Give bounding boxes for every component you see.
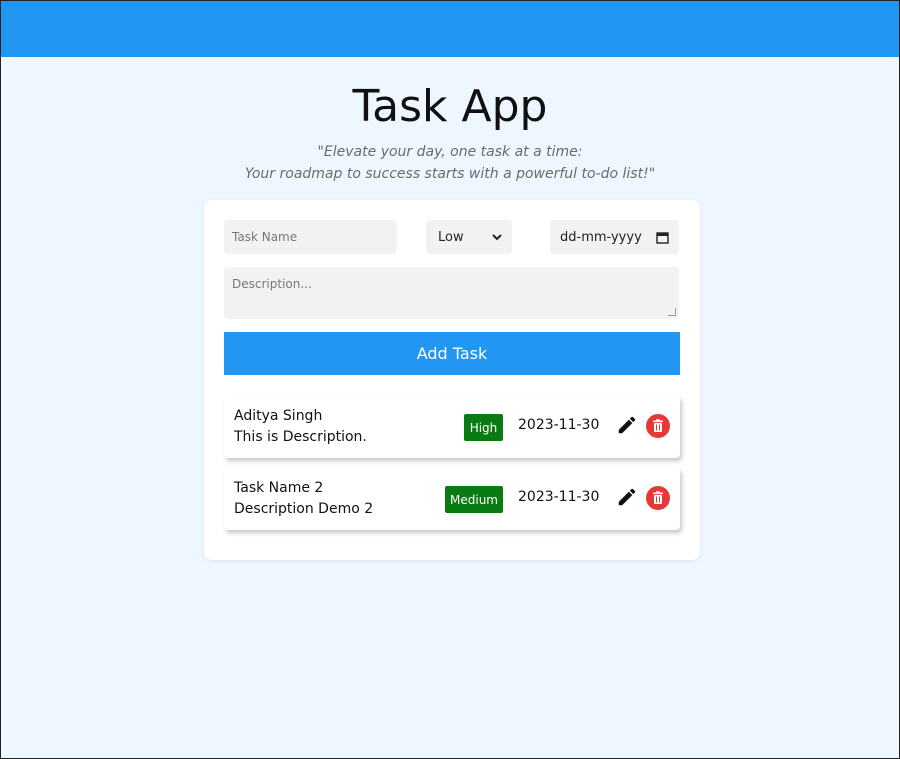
tagline-line-1: "Elevate your day, one task at a time:	[317, 144, 583, 160]
priority-badge: High	[464, 414, 503, 441]
page-title: Task App	[352, 81, 548, 132]
description-textarea[interactable]: Description...	[224, 267, 679, 319]
task-description: Description Demo 2	[234, 501, 374, 517]
task-title: Task Name 2	[234, 480, 324, 496]
top-bar	[1, 1, 899, 57]
pencil-icon[interactable]	[616, 486, 638, 508]
pencil-icon[interactable]	[616, 414, 638, 436]
trash-icon[interactable]	[646, 486, 670, 510]
task-text: Task Name 2 Description Demo 2	[234, 478, 373, 520]
due-date-input[interactable]: dd-mm-yyyy	[550, 220, 679, 254]
task-description: This is Description.	[234, 429, 367, 445]
trash-icon[interactable]	[646, 414, 670, 438]
resize-handle-icon[interactable]	[668, 308, 676, 316]
task-due-date: 2023-11-30	[518, 417, 600, 433]
task-name-input[interactable]: Task Name	[224, 220, 397, 254]
priority-badge: Medium	[445, 486, 503, 513]
calendar-icon[interactable]	[656, 231, 669, 244]
tagline: "Elevate your day, one task at a time: Y…	[1, 141, 899, 185]
task-item: Aditya Singh This is Description. High 2…	[224, 396, 680, 458]
task-card: Task Name Low dd-mm-yyyy Description... …	[204, 200, 700, 560]
task-due-date: 2023-11-30	[518, 489, 600, 505]
task-title: Aditya Singh	[234, 408, 323, 424]
due-date-placeholder: dd-mm-yyyy	[560, 229, 642, 245]
description-placeholder: Description...	[232, 277, 312, 291]
priority-select-value: Low	[438, 229, 464, 245]
task-name-placeholder: Task Name	[232, 230, 298, 244]
chevron-down-icon	[492, 233, 502, 240]
tagline-line-2: Your roadmap to success starts with a po…	[244, 166, 656, 182]
add-task-button[interactable]: Add Task	[224, 332, 680, 375]
task-text: Aditya Singh This is Description.	[234, 406, 367, 448]
task-item: Task Name 2 Description Demo 2 Medium 20…	[224, 468, 680, 530]
priority-select[interactable]: Low	[426, 220, 512, 254]
